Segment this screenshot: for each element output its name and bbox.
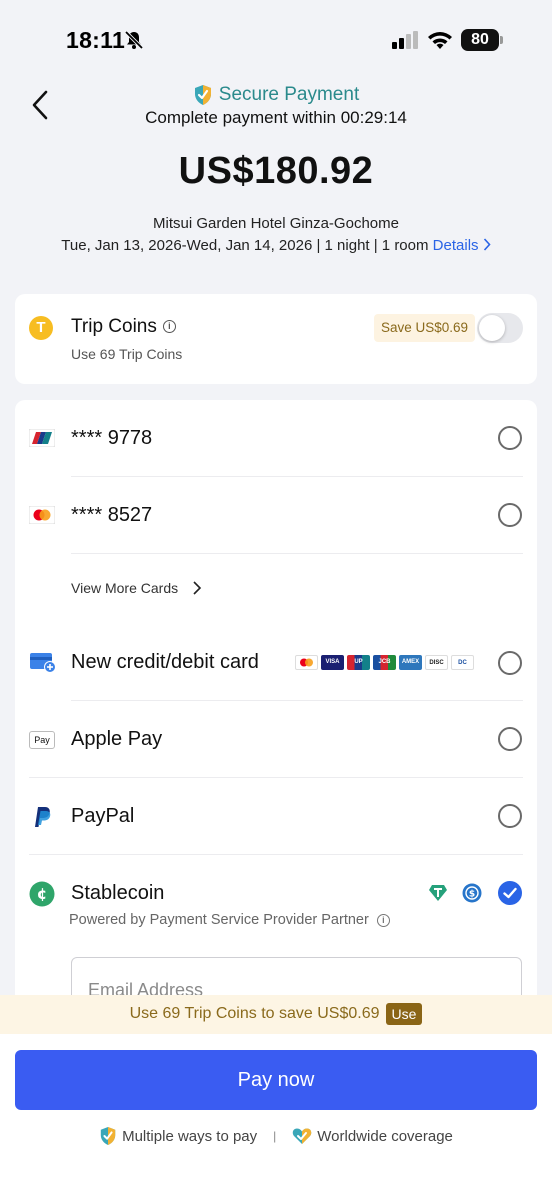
saved-card-9778-row[interactable]: **** 9778 bbox=[15, 400, 537, 476]
add-card-icon bbox=[30, 653, 56, 673]
info-icon[interactable]: i bbox=[376, 913, 390, 927]
paypal-label: PayPal bbox=[71, 805, 135, 827]
checkout-footer: Pay now Multiple ways to pay | Worldwide… bbox=[0, 1034, 552, 1200]
paypal-icon bbox=[35, 807, 51, 827]
unionpay-logo: UP bbox=[347, 655, 370, 670]
discover-logo: DISC bbox=[425, 655, 448, 670]
visa-logo: VISA bbox=[321, 655, 344, 670]
stay-dates: Tue, Jan 13, 2026-Wed, Jan 14, 2026 | 1 … bbox=[61, 237, 429, 254]
powered-by-text: Powered by Payment Service Provider Part… bbox=[69, 912, 390, 928]
usdc-icon: $ bbox=[462, 883, 482, 903]
status-time: 18:11 bbox=[66, 27, 126, 53]
view-more-label: View More Cards bbox=[71, 580, 179, 596]
details-label: Details bbox=[432, 237, 479, 254]
svg-text:$: $ bbox=[469, 890, 475, 900]
feature-worldwide: Worldwide coverage bbox=[292, 1127, 453, 1145]
details-link[interactable]: Details bbox=[433, 237, 491, 254]
trip-coins-card: T Trip Coins i Use 69 Trip Coins Save US$… bbox=[15, 294, 537, 384]
info-icon[interactable]: i bbox=[162, 320, 176, 334]
saved-card-8527-row[interactable]: **** 8527 bbox=[15, 477, 537, 553]
paypal-radio[interactable] bbox=[498, 804, 522, 828]
svg-text:¢: ¢ bbox=[37, 885, 47, 903]
promo-text: Use 69 Trip Coins to save US$0.69 bbox=[129, 1005, 380, 1022]
hotel-name: Mitsui Garden Hotel Ginza-Gochome bbox=[153, 215, 399, 232]
heart-check-icon bbox=[293, 1128, 312, 1144]
cellular-signal-icon bbox=[392, 31, 418, 49]
chevron-right-icon bbox=[483, 238, 491, 251]
card-8527-label: **** 8527 bbox=[71, 504, 153, 526]
separator: | bbox=[273, 1129, 277, 1143]
mastercard-icon bbox=[29, 506, 55, 524]
battery-tip bbox=[500, 36, 503, 44]
divider bbox=[71, 553, 523, 554]
amex-logo: AMEX bbox=[399, 655, 422, 670]
new-card-label: New credit/debit card bbox=[71, 651, 259, 673]
card-9778-label: **** 9778 bbox=[71, 427, 153, 449]
jcb-logo: JCB bbox=[373, 655, 396, 670]
save-badge: Save US$0.69 bbox=[374, 314, 476, 342]
new-card-radio[interactable] bbox=[498, 651, 522, 675]
total-amount: US$180.92 bbox=[178, 150, 374, 192]
apple-pay-radio[interactable] bbox=[498, 727, 522, 751]
battery-level: 80 bbox=[461, 29, 499, 51]
features-row: Multiple ways to pay | Worldwide coverag… bbox=[0, 1126, 552, 1146]
card-brand-logos: VISA UP JCB AMEX DISC DC bbox=[295, 655, 474, 670]
feature-multiple-ways-label: Multiple ways to pay bbox=[122, 1127, 258, 1145]
secure-payment-header: Secure Payment bbox=[0, 84, 552, 111]
trip-coins-promo-bar: Use 69 Trip Coins to save US$0.69 Use bbox=[0, 995, 552, 1034]
promo-use-button[interactable]: Use bbox=[385, 1003, 423, 1025]
trip-coin-icon: T bbox=[29, 316, 53, 340]
paypal-row[interactable]: PayPal bbox=[15, 778, 537, 854]
apple-pay-icon-label: Pay bbox=[34, 735, 50, 745]
countdown-line: Complete payment within 00:29:14 bbox=[0, 108, 552, 128]
shield-check-icon bbox=[100, 1127, 116, 1145]
shield-check-icon bbox=[194, 85, 211, 105]
apple-pay-label: Apple Pay bbox=[71, 728, 163, 750]
card-9778-radio[interactable] bbox=[498, 426, 522, 450]
complete-within-label: Complete payment within bbox=[145, 108, 336, 127]
diners-logo: DC bbox=[451, 655, 474, 670]
stay-details: Tue, Jan 13, 2026-Wed, Jan 14, 2026 | 1 … bbox=[0, 237, 552, 254]
view-more-cards-link[interactable]: View More Cards bbox=[71, 580, 202, 596]
stablecoin-label: Stablecoin bbox=[71, 882, 165, 904]
feature-multiple-ways: Multiple ways to pay bbox=[99, 1126, 257, 1146]
tether-icon bbox=[429, 885, 447, 901]
secure-payment-label: Secure Payment bbox=[218, 84, 360, 105]
apple-pay-icon: Pay bbox=[29, 731, 55, 749]
stablecoin-icon: ¢ bbox=[29, 881, 55, 907]
status-bar: 18:11 80 bbox=[0, 0, 552, 70]
toggle-knob bbox=[479, 315, 505, 341]
countdown-timer: 00:29:14 bbox=[340, 108, 407, 127]
trip-coins-sub: Use 69 Trip Coins bbox=[71, 346, 183, 362]
mastercard-logo bbox=[295, 655, 318, 670]
stablecoin-radio[interactable] bbox=[498, 881, 522, 905]
trip-coins-label: Trip Coins bbox=[71, 316, 157, 337]
pay-now-button[interactable]: Pay now bbox=[15, 1050, 537, 1110]
card-8527-radio[interactable] bbox=[498, 503, 522, 527]
battery-indicator: 80 bbox=[461, 29, 503, 51]
bell-off-icon bbox=[124, 30, 144, 50]
chevron-right-icon bbox=[193, 581, 202, 595]
trip-coins-toggle[interactable] bbox=[477, 313, 523, 343]
wifi-icon bbox=[428, 32, 452, 49]
unionpay-card-icon bbox=[29, 429, 55, 447]
feature-worldwide-label: Worldwide coverage bbox=[317, 1127, 453, 1145]
stablecoin-row[interactable]: ¢ Stablecoin $ bbox=[15, 855, 537, 945]
check-icon bbox=[503, 887, 517, 899]
powered-by-label: Powered by Payment Service Provider Part… bbox=[69, 912, 369, 928]
trip-coins-title: Trip Coins i bbox=[71, 316, 176, 338]
apple-pay-row[interactable]: Pay Apple Pay bbox=[15, 701, 537, 777]
